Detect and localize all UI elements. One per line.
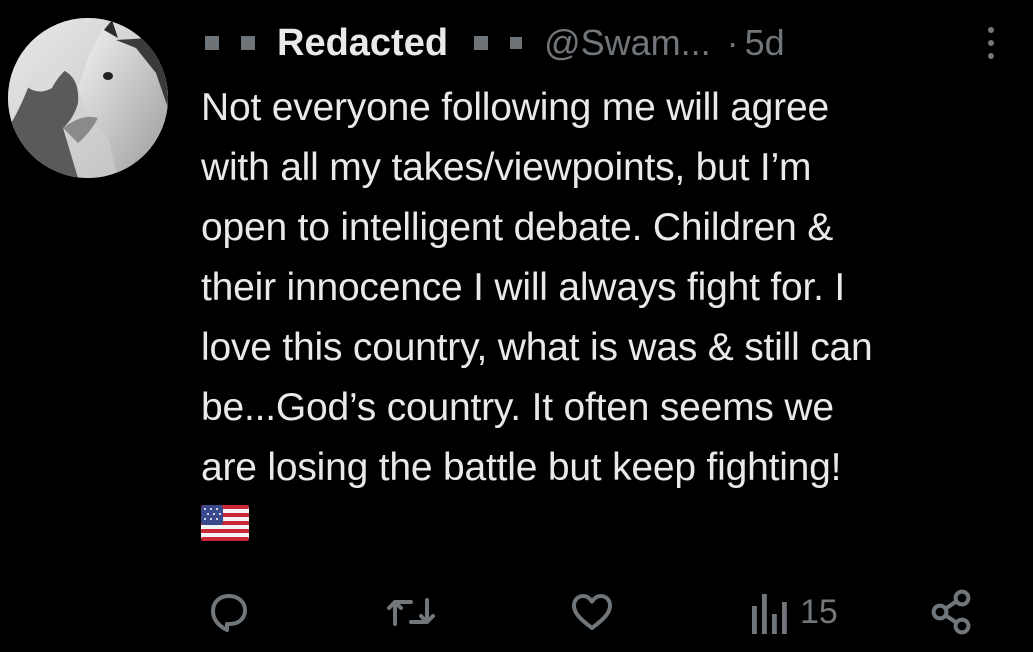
like-button[interactable] xyxy=(568,582,616,642)
reply-icon xyxy=(211,594,247,632)
timestamp[interactable]: 5d xyxy=(745,22,785,64)
more-options-button[interactable] xyxy=(979,18,1003,68)
tweet-header: Redacted @Swam... · 5d xyxy=(205,18,1025,68)
action-bar: 15 xyxy=(0,582,1033,642)
user-handle[interactable]: @Swam... xyxy=(544,22,711,64)
avatar[interactable] xyxy=(8,18,168,178)
share-icon xyxy=(931,589,971,635)
reply-button[interactable] xyxy=(205,582,253,642)
redaction-mark xyxy=(510,37,523,49)
more-dot xyxy=(988,53,994,59)
avatar-image xyxy=(8,18,168,178)
views-button[interactable]: 15 xyxy=(750,582,838,642)
views-icon xyxy=(752,594,787,634)
redaction-mark xyxy=(205,36,219,50)
redaction-mark xyxy=(241,36,255,50)
retweet-icon xyxy=(387,598,435,626)
tweet-text: Not everyone following me will agree wit… xyxy=(201,86,873,489)
views-count: 15 xyxy=(800,592,838,631)
us-flag-icon xyxy=(201,505,249,541)
separator-dot: · xyxy=(726,22,739,63)
display-name[interactable]: Redacted xyxy=(277,22,448,65)
tweet[interactable]: Redacted @Swam... · 5d Not everyone foll… xyxy=(0,0,1033,652)
retweet-button[interactable] xyxy=(385,582,437,642)
heart-icon xyxy=(572,594,612,630)
more-dot xyxy=(988,27,994,33)
redaction-mark xyxy=(474,36,489,50)
more-dot xyxy=(988,40,994,46)
share-button[interactable] xyxy=(930,582,974,642)
